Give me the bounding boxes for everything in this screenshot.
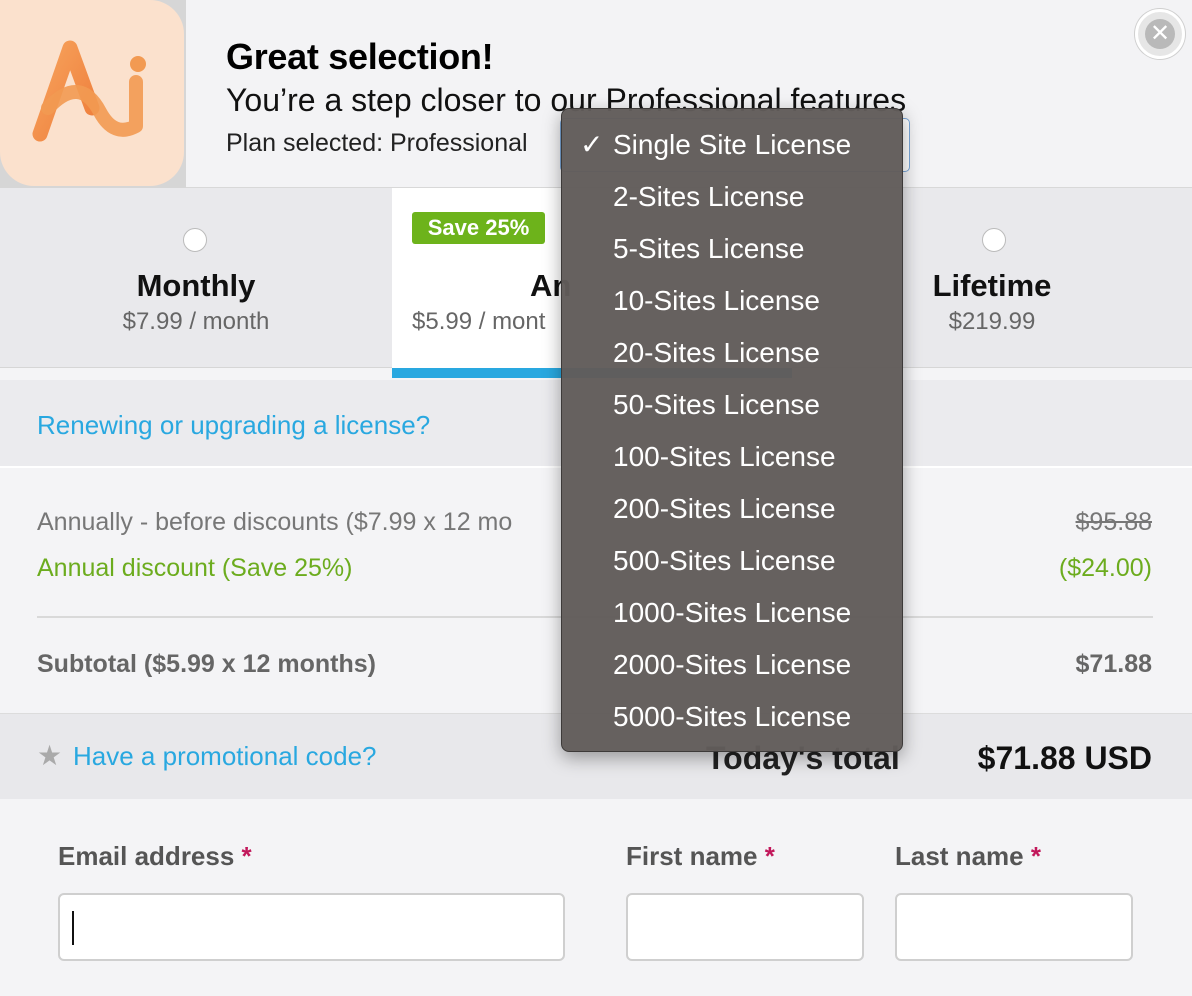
license-option[interactable]: 2-Sites License xyxy=(562,171,902,223)
license-dropdown-menu: ✓ Single Site License 2-Sites License 5-Sit… xyxy=(561,108,903,752)
license-option[interactable]: 2000-Sites License xyxy=(562,639,902,691)
license-option-label: 200-Sites License xyxy=(613,493,836,524)
text-cursor xyxy=(72,911,74,945)
lifetime-radio[interactable] xyxy=(982,228,1006,252)
before-discount-value: $95.88 xyxy=(1075,508,1152,536)
license-option-label: 5-Sites License xyxy=(613,233,805,264)
license-option[interactable]: 500-Sites License xyxy=(562,535,902,587)
checkmark-icon: ✓ xyxy=(580,129,604,160)
first-name-label: First name * xyxy=(626,841,775,872)
license-option[interactable]: 50-Sites License xyxy=(562,379,902,431)
license-option-label: Single Site License xyxy=(613,129,852,160)
subtotal-label: Subtotal ($5.99 x 12 months) xyxy=(37,650,376,678)
plan-selected-label: Plan selected: Professional xyxy=(226,129,528,157)
email-label-text: Email address xyxy=(58,841,235,871)
header-title: Great selection! xyxy=(226,36,494,77)
cycle-monthly[interactable]: Monthly $7.99 / month xyxy=(0,188,392,378)
renew-license-link[interactable]: Renewing or upgrading a license? xyxy=(37,410,430,441)
license-option-label: 500-Sites License xyxy=(613,545,836,576)
license-option-label: 1000-Sites License xyxy=(613,597,852,628)
cycle-price: $7.99 / month xyxy=(122,308,270,335)
license-option[interactable]: 1000-Sites License xyxy=(562,587,902,639)
close-button[interactable]: ✕ xyxy=(1135,9,1185,59)
license-option[interactable]: 100-Sites License xyxy=(562,431,902,483)
before-discount-label: Annually - before discounts ($7.99 x 12 … xyxy=(37,508,513,536)
license-option-label: 20-Sites License xyxy=(613,337,821,368)
license-option-label: 100-Sites License xyxy=(613,441,836,472)
license-option[interactable]: 5000-Sites License xyxy=(562,691,902,743)
last-name-label: Last name * xyxy=(895,841,1041,872)
license-option-label: 5000-Sites License xyxy=(613,701,852,732)
discount-value: ($24.00) xyxy=(1058,554,1152,582)
cycle-name: Monthly xyxy=(136,268,256,303)
app-logo xyxy=(0,0,186,188)
subtotal-value: $71.88 xyxy=(1075,650,1152,678)
promo-code-link[interactable]: Have a promotional code? xyxy=(73,741,377,772)
license-option-label: 2-Sites License xyxy=(613,181,805,212)
email-label: Email address * xyxy=(58,841,252,872)
license-option-label: 10-Sites License xyxy=(613,285,821,316)
license-option[interactable]: 5-Sites License xyxy=(562,223,902,275)
save-badge: Save 25% xyxy=(412,212,545,244)
license-option[interactable]: ✓ Single Site License xyxy=(562,119,902,171)
required-mark: * xyxy=(764,841,775,871)
last-name-field[interactable] xyxy=(895,893,1133,961)
license-option[interactable]: 200-Sites License xyxy=(562,483,902,535)
email-field[interactable] xyxy=(58,893,565,961)
monthly-radio[interactable] xyxy=(183,228,207,252)
customer-form: Email address * First name * Last name * xyxy=(0,799,1192,996)
ai-logo-icon xyxy=(32,40,146,142)
first-name-field[interactable] xyxy=(626,893,864,961)
last-name-label-text: Last name xyxy=(895,841,1024,871)
required-mark: * xyxy=(1030,841,1041,871)
license-option-label: 2000-Sites License xyxy=(613,649,852,680)
star-icon: ★ xyxy=(37,740,63,771)
required-mark: * xyxy=(241,841,252,871)
close-icon: ✕ xyxy=(1145,19,1175,49)
todays-total-amount: $71.88 USD xyxy=(977,740,1152,776)
license-option[interactable]: 20-Sites License xyxy=(562,327,902,379)
first-name-label-text: First name xyxy=(626,841,758,871)
license-option[interactable]: 10-Sites License xyxy=(562,275,902,327)
cycle-price: $5.99 / mont xyxy=(412,308,546,335)
license-option-label: 50-Sites License xyxy=(613,389,821,420)
discount-label: Annual discount (Save 25%) xyxy=(37,554,353,582)
